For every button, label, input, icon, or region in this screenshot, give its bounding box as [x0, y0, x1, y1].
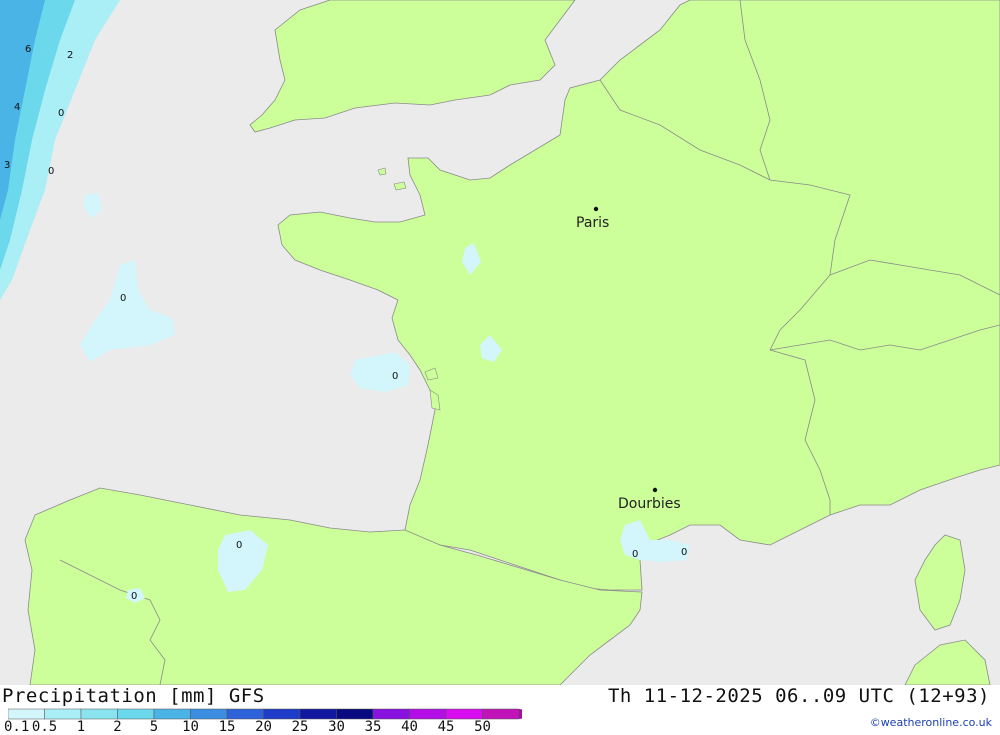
city-label-paris: Paris — [576, 215, 609, 231]
value-label: 0 — [58, 108, 64, 119]
scale-swatch — [372, 708, 410, 720]
value-label: 2 — [67, 50, 73, 61]
scale-swatch — [8, 708, 45, 720]
scale-swatch — [153, 708, 191, 720]
value-label: 0 — [120, 293, 126, 304]
value-label: 0 — [681, 547, 687, 558]
footer: Precipitation [mm] GFS Th 11-12-2025 06.… — [0, 685, 1000, 735]
map-title: Precipitation [mm] GFS — [2, 685, 265, 707]
credit-link[interactable]: ©weatheronline.co.uk — [870, 716, 992, 729]
scale-swatch — [299, 708, 337, 720]
value-label: 6 — [25, 44, 31, 55]
city-label-dourbies: Dourbies — [618, 496, 681, 512]
scale-swatch — [482, 708, 520, 720]
value-label: 0 — [392, 371, 398, 382]
scale-swatch — [226, 708, 264, 720]
scale-swatch — [336, 708, 374, 720]
valid-time: Th 11-12-2025 06..09 UTC (12+93) — [607, 685, 990, 707]
value-label: 0 — [48, 166, 54, 177]
scale-swatch — [117, 708, 155, 720]
scale-swatch — [44, 708, 82, 720]
value-label: 0 — [632, 549, 638, 560]
scale-arrow — [519, 709, 522, 719]
scale-swatch — [409, 708, 447, 720]
value-label: 0 — [131, 591, 137, 602]
weather-map: Paris Dourbies 6 2 4 0 3 0 0 0 0 0 0 0 — [0, 0, 1000, 685]
value-label: 4 — [14, 102, 20, 113]
value-label: 3 — [4, 160, 10, 171]
value-label: 0 — [236, 540, 242, 551]
scale-swatch — [445, 708, 483, 720]
city-marker-dourbies — [652, 487, 658, 493]
city-marker-paris — [593, 206, 599, 212]
scale-swatch — [80, 708, 118, 720]
scale-swatch — [263, 708, 301, 720]
scale-swatch — [190, 708, 228, 720]
